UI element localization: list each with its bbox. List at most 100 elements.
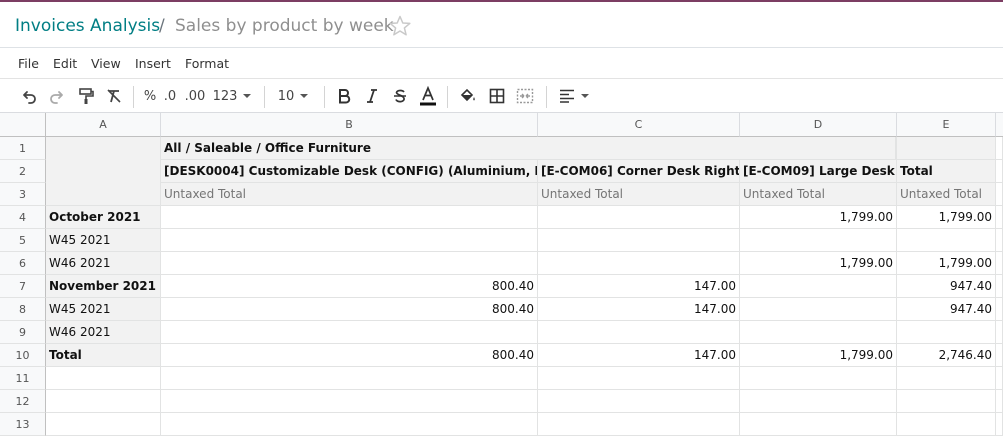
cell-a9[interactable]: W46 2021 [46, 321, 161, 344]
menu-view[interactable]: View [91, 56, 121, 71]
menu-insert[interactable]: Insert [135, 56, 171, 71]
cell-e5[interactable] [897, 229, 996, 252]
favorite-star-icon[interactable] [388, 14, 412, 38]
cell-b13[interactable] [161, 413, 538, 436]
spreadsheet-grid[interactable]: A B C D E 12345678910111213 All / Saleab… [0, 113, 1003, 438]
cell-d3[interactable]: Untaxed Total [740, 183, 897, 206]
cell-c11[interactable] [538, 367, 740, 390]
increase-decimal-button[interactable]: .00 [183, 85, 207, 107]
menu-file[interactable]: File [18, 56, 39, 71]
row-header-10[interactable]: 10 [0, 344, 46, 367]
cell-c3[interactable]: Untaxed Total [538, 183, 740, 206]
menu-format[interactable]: Format [185, 56, 229, 71]
cell-d11[interactable] [740, 367, 897, 390]
cell-f1[interactable] [996, 137, 1003, 160]
cell-e12[interactable] [897, 390, 996, 413]
row-header-1[interactable]: 1 [0, 137, 46, 160]
cell-c5[interactable] [538, 229, 740, 252]
cell-c8[interactable]: 147.00 [538, 298, 740, 321]
column-header-a[interactable]: A [46, 113, 161, 137]
row-header-8[interactable]: 8 [0, 298, 46, 321]
cell-d8[interactable] [740, 298, 897, 321]
cell-f10[interactable] [996, 344, 1003, 367]
column-header-f[interactable] [996, 113, 1003, 137]
strikethrough-icon[interactable] [390, 85, 410, 107]
cell-e2[interactable]: Total [897, 160, 996, 183]
cell-c12[interactable] [538, 390, 740, 413]
redo-icon[interactable] [46, 85, 68, 107]
row-header-3[interactable]: 3 [0, 183, 46, 206]
cell-d10[interactable]: 1,799.00 [740, 344, 897, 367]
number-format-dropdown[interactable]: 123 [212, 85, 252, 107]
menu-edit[interactable]: Edit [53, 56, 77, 71]
cell-c10[interactable]: 147.00 [538, 344, 740, 367]
clear-format-icon[interactable] [103, 85, 125, 107]
cell-b10[interactable]: 800.40 [161, 344, 538, 367]
row-header-5[interactable]: 5 [0, 229, 46, 252]
cell-b7[interactable]: 800.40 [161, 275, 538, 298]
undo-icon[interactable] [18, 85, 40, 107]
cell-e7[interactable]: 947.40 [897, 275, 996, 298]
cell-f13[interactable] [996, 413, 1003, 436]
cell-f11[interactable] [996, 367, 1003, 390]
cell-b12[interactable] [161, 390, 538, 413]
column-header-c[interactable]: C [538, 113, 740, 137]
fill-color-icon[interactable] [457, 85, 479, 107]
cell-b3[interactable]: Untaxed Total [161, 183, 538, 206]
cell-b8[interactable]: 800.40 [161, 298, 538, 321]
cell-d9[interactable] [740, 321, 897, 344]
cell-e10[interactable]: 2,746.40 [897, 344, 996, 367]
column-header-b[interactable]: B [161, 113, 538, 137]
italic-icon[interactable] [362, 85, 382, 107]
cell-d12[interactable] [740, 390, 897, 413]
bold-icon[interactable] [334, 85, 354, 107]
cell-a12[interactable] [46, 390, 161, 413]
cell-e8[interactable]: 947.40 [897, 298, 996, 321]
cell-d5[interactable] [740, 229, 897, 252]
breadcrumb-parent-link[interactable]: Invoices Analysis [15, 16, 160, 36]
cell-c2[interactable]: [E-COM06] Corner Desk Right Sit [538, 160, 740, 183]
cell-e1[interactable] [897, 137, 996, 160]
cell-a8[interactable]: W45 2021 [46, 298, 161, 321]
cell-e3[interactable]: Untaxed Total [897, 183, 996, 206]
row-header-7[interactable]: 7 [0, 275, 46, 298]
grid-corner[interactable] [0, 113, 46, 137]
cell-c9[interactable] [538, 321, 740, 344]
decrease-decimal-button[interactable]: .0 [161, 85, 179, 107]
cell-c4[interactable] [538, 206, 740, 229]
cell-c7[interactable]: 147.00 [538, 275, 740, 298]
column-header-e[interactable]: E [897, 113, 996, 137]
row-header-12[interactable]: 12 [0, 390, 46, 413]
cell-b5[interactable] [161, 229, 538, 252]
cell-a4[interactable]: October 2021 [46, 206, 161, 229]
cell-d4[interactable]: 1,799.00 [740, 206, 897, 229]
borders-icon[interactable] [486, 85, 508, 107]
align-dropdown[interactable] [556, 85, 592, 107]
cell-f8[interactable] [996, 298, 1003, 321]
cell-c6[interactable] [538, 252, 740, 275]
cell-c13[interactable] [538, 413, 740, 436]
paint-format-icon[interactable] [75, 85, 97, 107]
font-size-dropdown[interactable]: 10 [274, 85, 312, 107]
cell-f9[interactable] [996, 321, 1003, 344]
format-percent-button[interactable]: % [142, 85, 158, 107]
row-header-13[interactable]: 13 [0, 413, 46, 436]
row-header-2[interactable]: 2 [0, 160, 46, 183]
cell-b4[interactable] [161, 206, 538, 229]
row-header-6[interactable]: 6 [0, 252, 46, 275]
cell-a11[interactable] [46, 367, 161, 390]
cell-f2[interactable] [996, 160, 1003, 183]
cell-b9[interactable] [161, 321, 538, 344]
cell-a13[interactable] [46, 413, 161, 436]
cell-f6[interactable] [996, 252, 1003, 275]
cell-f4[interactable] [996, 206, 1003, 229]
cell-b2[interactable]: [DESK0004] Customizable Desk (CONFIG) (A… [161, 160, 538, 183]
column-header-d[interactable]: D [740, 113, 897, 137]
row-header-4[interactable]: 4 [0, 206, 46, 229]
cell-a5[interactable]: W45 2021 [46, 229, 161, 252]
merge-cells-icon[interactable] [514, 85, 536, 107]
cell-d7[interactable] [740, 275, 897, 298]
cell-a10[interactable]: Total [46, 344, 161, 367]
cell-d6[interactable]: 1,799.00 [740, 252, 897, 275]
cell-f7[interactable] [996, 275, 1003, 298]
